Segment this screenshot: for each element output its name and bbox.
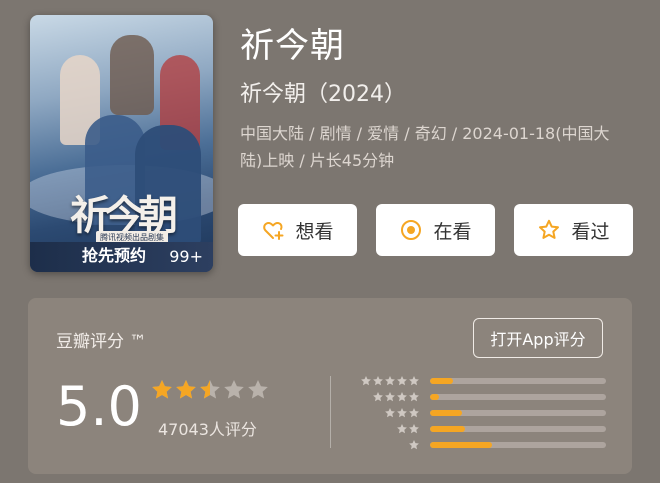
row-stars [360, 375, 420, 387]
movie-meta: 中国大陆 / 剧情 / 爱情 / 奇幻 / 2024-01-18(中国大陆)上映… [240, 124, 610, 170]
small-star-icon [409, 408, 419, 418]
small-star-icon [397, 392, 407, 402]
divider [330, 376, 331, 448]
watched-button[interactable]: 看过 [514, 204, 633, 256]
rating-bar-track [430, 426, 606, 432]
rating-row-4-star [356, 391, 606, 403]
poster-count: 99+ [169, 247, 203, 266]
small-star-icon [373, 376, 383, 386]
want-to-watch-button[interactable]: 想看 [238, 204, 357, 256]
open-app-rate-button[interactable]: 打开App评分 [473, 318, 603, 358]
small-star-icon [409, 424, 419, 434]
heart-plus-icon [263, 222, 284, 240]
poster-figure [110, 35, 154, 115]
row-stars [384, 407, 420, 419]
small-star-icon [385, 376, 395, 386]
small-star-icon [373, 392, 383, 402]
row-stars [372, 391, 420, 403]
watching-label: 在看 [433, 220, 472, 243]
star-icon [200, 380, 220, 399]
movie-poster[interactable]: 祈今朝 腾讯视频出品剧集 抢先预约 99+ [30, 15, 213, 272]
rating-votes: 47043人评分 [158, 420, 257, 439]
star-icon [224, 380, 244, 399]
target-circle-icon [401, 220, 422, 240]
rating-bar-fill [430, 442, 492, 448]
rating-row-3-star [356, 407, 606, 419]
star-outline-icon [539, 219, 560, 239]
star-icon [176, 380, 196, 399]
movie-subtitle: 祈今朝（2024） [240, 82, 406, 107]
small-star-icon [385, 392, 395, 402]
rating-bar-track [430, 378, 606, 384]
rating-bar-fill [430, 410, 462, 416]
rating-stars [150, 378, 270, 402]
watched-label: 看过 [571, 220, 610, 243]
rating-row-2-star [356, 423, 606, 435]
rating-score: 5.0 [56, 375, 142, 438]
small-star-icon [361, 376, 371, 386]
douban-rating-label: 豆瓣评分 ™ [56, 332, 147, 352]
small-star-icon [397, 424, 407, 434]
row-stars [408, 439, 420, 451]
rating-bar-fill [430, 426, 466, 432]
star-icon [152, 380, 172, 399]
small-star-icon [409, 376, 419, 386]
small-star-icon [409, 392, 419, 402]
rating-bar-track [430, 410, 606, 416]
rating-row-1-star [356, 439, 606, 451]
want-to-watch-label: 想看 [295, 220, 334, 243]
small-star-icon [385, 408, 395, 418]
rating-bar-track [430, 442, 606, 448]
poster-presale-text: 抢先预约 [82, 246, 147, 265]
rating-row-5-star [356, 375, 606, 387]
star-icon [248, 380, 268, 399]
small-star-icon [397, 408, 407, 418]
row-stars [396, 423, 420, 435]
watching-button[interactable]: 在看 [376, 204, 495, 256]
small-star-icon [409, 440, 419, 450]
rating-bar-fill [430, 378, 453, 384]
small-star-icon [397, 376, 407, 386]
page-title: 祈今朝 [240, 26, 345, 66]
rating-bar-track [430, 394, 606, 400]
rating-bar-fill [430, 394, 439, 400]
